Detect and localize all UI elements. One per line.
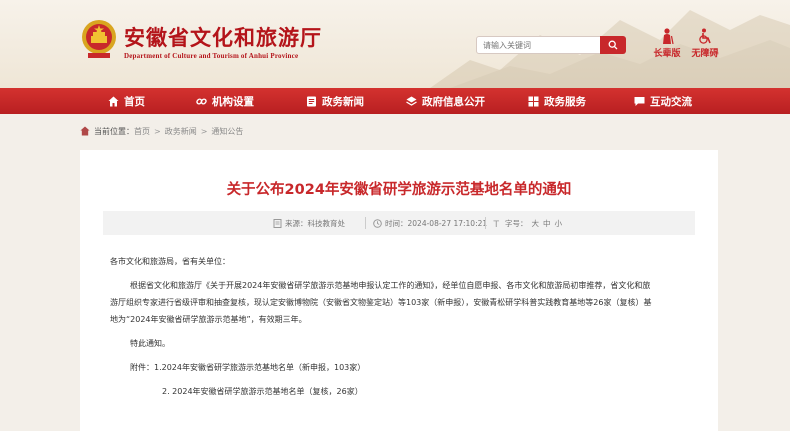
search-button[interactable] bbox=[600, 36, 626, 54]
chat-icon bbox=[634, 96, 645, 106]
font-size-large[interactable]: 大 bbox=[532, 218, 540, 229]
breadcrumb: 当前位置： 首页 > 政务新闻 > 通知公告 bbox=[80, 124, 243, 138]
font-size-label: 字号： bbox=[505, 218, 528, 228]
national-emblem-icon bbox=[82, 20, 116, 58]
link-icon bbox=[196, 97, 207, 105]
search-input[interactable] bbox=[477, 37, 597, 53]
article-time: 时间：2024-08-27 17:10:21 bbox=[373, 211, 487, 235]
font-size-small[interactable]: 小 bbox=[555, 218, 563, 229]
attachment-link-1[interactable]: 附件：1.2024年安徽省研学旅游示范基地名单（新申报，103家） bbox=[130, 361, 365, 375]
article-salutation: 各市文化和旅游局，省有关单位： bbox=[110, 257, 230, 266]
breadcrumb-here-label: 当前位置： bbox=[94, 126, 134, 136]
nav-item-services[interactable]: 政务服务 bbox=[528, 88, 586, 114]
article-meta-bar: 来源：科技教育处 时间：2024-08-27 17:10:21 T 字号： 大 … bbox=[103, 211, 695, 235]
layers-icon bbox=[406, 96, 417, 106]
breadcrumb-separator: > bbox=[154, 126, 161, 136]
meta-divider bbox=[485, 217, 486, 229]
search-icon bbox=[608, 40, 618, 50]
article-source-text: 来源：科技教育处 bbox=[285, 218, 345, 228]
nav-item-news-label: 政务新闻 bbox=[322, 95, 364, 108]
accessibility-label: 无障碍 bbox=[691, 49, 719, 59]
nav-item-organization-label: 机构设置 bbox=[212, 95, 254, 108]
site-title: 安徽省文化和旅游厅 bbox=[124, 25, 322, 50]
nav-item-info-disclosure-label: 政府信息公开 bbox=[422, 95, 485, 108]
site-header: 安徽省文化和旅游厅 Department of Culture and Tour… bbox=[0, 0, 790, 88]
news-icon bbox=[307, 96, 316, 106]
font-size-icon: T bbox=[493, 220, 500, 228]
breadcrumb-notices[interactable]: 通知公告 bbox=[211, 126, 243, 137]
svg-text:T: T bbox=[493, 220, 500, 228]
meta-divider bbox=[365, 217, 366, 229]
article-paragraph-line: 游厅组织专家进行省级评审和抽查复核，现认定安徽博物院（安徽省文物鉴定站）等103… bbox=[110, 298, 652, 307]
article-title: 关于公布2024年安徽省研学旅游示范基地名单的通知 bbox=[226, 182, 572, 198]
nav-item-interaction-label: 互动交流 bbox=[650, 95, 692, 108]
nav-item-info-disclosure[interactable]: 政府信息公开 bbox=[406, 88, 485, 114]
nav-item-home[interactable]: 首页 bbox=[108, 88, 145, 114]
nav-item-interaction[interactable]: 互动交流 bbox=[634, 88, 692, 114]
nav-item-home-label: 首页 bbox=[124, 95, 145, 108]
home-icon bbox=[108, 96, 119, 106]
main-nav: 首页 机构设置 政务新闻 政府信息公开 政务服务 互动交流 bbox=[0, 88, 790, 114]
site-subtitle: Department of Culture and Tourism of Anh… bbox=[124, 52, 299, 60]
elder-mode-button[interactable]: 长辈版 bbox=[648, 28, 686, 59]
service-icon bbox=[528, 96, 539, 106]
location-home-icon bbox=[80, 126, 90, 136]
clock-icon bbox=[373, 218, 382, 228]
breadcrumb-news[interactable]: 政务新闻 bbox=[165, 126, 197, 137]
breadcrumb-home[interactable]: 首页 bbox=[134, 126, 150, 137]
accessibility-button[interactable]: 无障碍 bbox=[686, 28, 724, 59]
font-size-control: T 字号： 大 中 小 bbox=[493, 211, 562, 235]
accessibility-icon bbox=[699, 28, 711, 44]
font-size-medium[interactable]: 中 bbox=[543, 218, 551, 229]
article-paragraph-line: 地为“2024年安徽省研学旅游示范基地”，有效期三年。 bbox=[110, 315, 307, 324]
article-paragraph-line: 根据省文化和旅游厅《关于开展2024年安徽省研学旅游示范基地申报认定工作的通知》… bbox=[130, 281, 651, 290]
elder-icon bbox=[663, 28, 674, 44]
article-source: 来源：科技教育处 bbox=[273, 211, 345, 235]
nav-item-organization[interactable]: 机构设置 bbox=[196, 88, 254, 114]
article-time-text: 时间：2024-08-27 17:10:21 bbox=[385, 218, 488, 228]
nav-item-news[interactable]: 政务新闻 bbox=[306, 88, 364, 114]
source-icon bbox=[273, 218, 282, 228]
search-box bbox=[476, 36, 626, 54]
attachment-link-2[interactable]: 2. 2024年安徽省研学旅游示范基地名单（复核，26家） bbox=[162, 385, 363, 399]
nav-item-services-label: 政务服务 bbox=[544, 95, 586, 108]
elder-mode-label: 长辈版 bbox=[653, 49, 681, 59]
article-notice: 特此通知。 bbox=[130, 339, 170, 348]
breadcrumb-separator: > bbox=[200, 126, 208, 136]
